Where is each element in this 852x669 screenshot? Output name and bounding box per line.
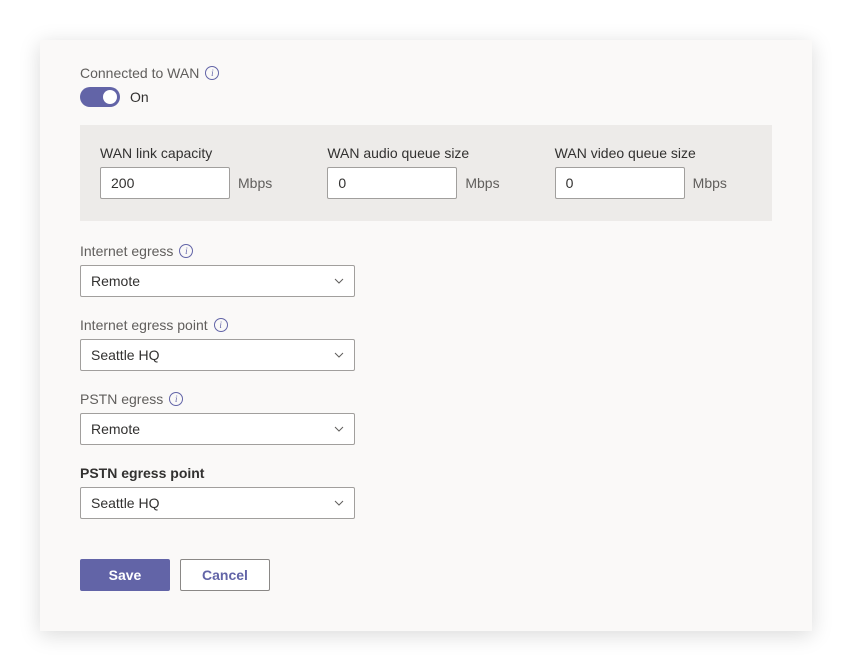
pstn-egress-point-value: Seattle HQ — [91, 495, 159, 511]
wan-audio-queue-input[interactable] — [327, 167, 457, 199]
pstn-egress-select-box: Remote — [80, 413, 355, 445]
wan-toggle[interactable] — [80, 87, 120, 107]
pstn-egress-label-row: PSTN egress i — [80, 391, 772, 407]
wan-link-capacity-label: WAN link capacity — [100, 145, 297, 161]
pstn-egress-value: Remote — [91, 421, 140, 437]
internet-egress-point-value: Seattle HQ — [91, 347, 159, 363]
save-button[interactable]: Save — [80, 559, 170, 591]
internet-egress-point-label-row: Internet egress point i — [80, 317, 772, 333]
wan-video-queue-input[interactable] — [555, 167, 685, 199]
wan-video-queue-input-row: Mbps — [555, 167, 752, 199]
internet-egress-label-row: Internet egress i — [80, 243, 772, 259]
connected-to-wan-row: Connected to WAN i — [80, 65, 772, 81]
connected-to-wan-label: Connected to WAN — [80, 65, 199, 81]
pstn-egress-point-label-row: PSTN egress point — [80, 465, 772, 481]
internet-egress-select-box: Remote — [80, 265, 355, 297]
internet-egress-label: Internet egress — [80, 243, 173, 259]
wan-settings-box: WAN link capacity Mbps WAN audio queue s… — [80, 125, 772, 221]
wan-link-capacity-field: WAN link capacity Mbps — [100, 145, 297, 199]
cancel-button[interactable]: Cancel — [180, 559, 270, 591]
info-icon[interactable]: i — [179, 244, 193, 258]
wan-link-capacity-unit: Mbps — [238, 175, 272, 191]
toggle-knob — [103, 90, 117, 104]
info-icon[interactable]: i — [205, 66, 219, 80]
internet-egress-select[interactable]: Remote — [80, 265, 355, 297]
wan-link-capacity-input[interactable] — [100, 167, 230, 199]
internet-egress-point-select[interactable]: Seattle HQ — [80, 339, 355, 371]
internet-egress-point-select-box: Seattle HQ — [80, 339, 355, 371]
wan-video-queue-field: WAN video queue size Mbps — [555, 145, 752, 199]
settings-panel: Connected to WAN i On WAN link capacity … — [40, 40, 812, 631]
wan-audio-queue-field: WAN audio queue size Mbps — [327, 145, 524, 199]
button-row: Save Cancel — [80, 539, 772, 591]
wan-audio-queue-label: WAN audio queue size — [327, 145, 524, 161]
pstn-egress-point-select-box: Seattle HQ — [80, 487, 355, 519]
wan-audio-queue-input-row: Mbps — [327, 167, 524, 199]
wan-link-capacity-input-row: Mbps — [100, 167, 297, 199]
wan-toggle-row: On — [80, 87, 772, 107]
wan-audio-queue-unit: Mbps — [465, 175, 499, 191]
pstn-egress-group: PSTN egress i Remote — [80, 391, 772, 445]
pstn-egress-label: PSTN egress — [80, 391, 163, 407]
info-icon[interactable]: i — [169, 392, 183, 406]
wan-toggle-state-label: On — [130, 89, 149, 105]
internet-egress-point-label: Internet egress point — [80, 317, 208, 333]
wan-video-queue-unit: Mbps — [693, 175, 727, 191]
info-icon[interactable]: i — [214, 318, 228, 332]
pstn-egress-point-group: PSTN egress point Seattle HQ — [80, 465, 772, 519]
pstn-egress-point-label: PSTN egress point — [80, 465, 204, 481]
internet-egress-value: Remote — [91, 273, 140, 289]
internet-egress-point-group: Internet egress point i Seattle HQ — [80, 317, 772, 371]
pstn-egress-select[interactable]: Remote — [80, 413, 355, 445]
wan-video-queue-label: WAN video queue size — [555, 145, 752, 161]
internet-egress-group: Internet egress i Remote — [80, 243, 772, 297]
pstn-egress-point-select[interactable]: Seattle HQ — [80, 487, 355, 519]
